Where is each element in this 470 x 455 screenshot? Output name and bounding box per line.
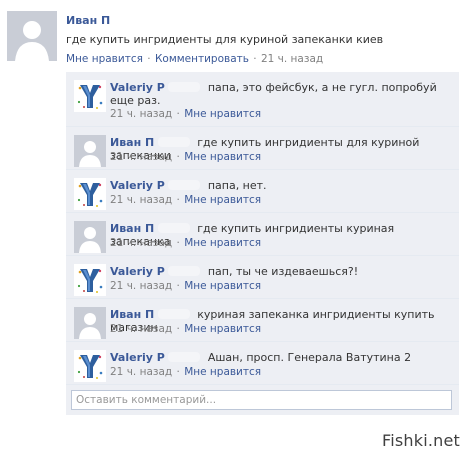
comment-author-avatar[interactable] — [74, 80, 106, 112]
meta-separator: · — [176, 151, 180, 163]
default-profile-silhouette-icon — [74, 135, 106, 167]
comment-timestamp: 21 ч. назад — [110, 151, 173, 163]
comment-author-name[interactable]: Valeriy P — [110, 179, 165, 192]
comment-meta: 21 ч. назад · Мне нравится — [110, 323, 261, 335]
default-profile-silhouette-icon — [74, 221, 106, 253]
comment-meta: 21 ч. назад · Мне нравится — [110, 280, 261, 292]
post-author-name[interactable]: Иван П — [66, 14, 110, 27]
comment-author-avatar[interactable] — [74, 178, 106, 210]
meta-separator: · — [147, 53, 151, 65]
comment-text: Ашан, просп. Генерала Ватутина 2 — [207, 351, 412, 364]
blurred-surname — [168, 180, 201, 190]
comment-timestamp: 21 ч. назад — [110, 194, 173, 206]
comment-author-avatar[interactable] — [74, 350, 106, 382]
blurred-surname — [168, 82, 201, 92]
meta-separator: · — [176, 237, 180, 249]
meta-separator: · — [176, 366, 180, 378]
post-meta: Мне нравится · Комментировать · 21 ч. на… — [66, 53, 323, 65]
post-comment-link[interactable]: Комментировать — [155, 53, 249, 65]
comment-timestamp: 21 ч. назад — [110, 323, 173, 335]
y-logo-avatar-icon — [74, 80, 106, 112]
meta-separator: · — [176, 194, 180, 206]
comment-timestamp: 21 ч. назад — [110, 108, 173, 120]
meta-separator: · — [176, 108, 180, 120]
default-profile-silhouette-icon — [74, 307, 106, 339]
watermark: Fishki.net — [381, 431, 460, 450]
comment-timestamp: 21 ч. назад — [110, 280, 173, 292]
comment-author-name[interactable]: Иван П — [110, 308, 154, 321]
post-text: где купить ингридиенты для куриной запек… — [66, 33, 384, 46]
meta-separator: · — [176, 280, 180, 292]
blurred-surname — [157, 309, 190, 319]
comment-like-link[interactable]: Мне нравится — [184, 237, 261, 249]
comment-item: Valeriy P пап, ты че издеваешься?! 21 ч.… — [66, 256, 459, 299]
comment-body: Valeriy P пап, ты че издеваешься?! — [110, 265, 454, 278]
comment-author-name[interactable]: Valeriy P — [110, 351, 165, 364]
blurred-surname — [157, 223, 190, 233]
comment-input[interactable] — [71, 390, 452, 410]
blurred-surname — [168, 352, 201, 362]
comment-item: Иван П где купить ингридиенты для курино… — [66, 127, 459, 170]
comment-item: Иван П где купить ингридиенты куриная за… — [66, 213, 459, 256]
comment-author-name[interactable]: Иван П — [110, 222, 154, 235]
meta-separator: · — [253, 53, 257, 65]
default-profile-silhouette-icon — [7, 11, 57, 61]
comment-like-link[interactable]: Мне нравится — [184, 194, 261, 206]
y-logo-avatar-icon — [74, 178, 106, 210]
comment-meta: 21 ч. назад · Мне нравится — [110, 108, 261, 120]
comment-body: Valeriy P Ашан, просп. Генерала Ватутина… — [110, 351, 454, 364]
comment-author-avatar[interactable] — [74, 135, 106, 167]
comment-like-link[interactable]: Мне нравится — [184, 108, 261, 120]
comment-timestamp: 21 ч. назад — [110, 237, 173, 249]
y-logo-avatar-icon — [74, 264, 106, 296]
comment-body: Valeriy P папа, нет. — [110, 179, 454, 192]
comment-item: Valeriy P Ашан, просп. Генерала Ватутина… — [66, 342, 459, 385]
comment-like-link[interactable]: Мне нравится — [184, 323, 261, 335]
blurred-surname — [157, 137, 190, 147]
blurred-surname — [168, 266, 201, 276]
comment-author-avatar[interactable] — [74, 264, 106, 296]
comment-input-container — [66, 385, 459, 415]
comment-meta: 21 ч. назад · Мне нравится — [110, 194, 261, 206]
comment-meta: 21 ч. назад · Мне нравится — [110, 151, 261, 163]
comment-meta: 21 ч. назад · Мне нравится — [110, 366, 261, 378]
comment-author-avatar[interactable] — [74, 307, 106, 339]
comment-item: Valeriy P папа, нет. 21 ч. назад · Мне н… — [66, 170, 459, 213]
comment-meta: 21 ч. назад · Мне нравится — [110, 237, 261, 249]
comment-author-name[interactable]: Valeriy P — [110, 81, 165, 94]
post-author-avatar[interactable] — [7, 11, 57, 61]
comment-like-link[interactable]: Мне нравится — [184, 151, 261, 163]
post-timestamp: 21 ч. назад — [260, 53, 324, 65]
comment-timestamp: 21 ч. назад — [110, 366, 173, 378]
comment-like-link[interactable]: Мне нравится — [184, 366, 261, 378]
comment-item: Иван П куриная запеканка ингридиенты куп… — [66, 299, 459, 342]
comment-author-avatar[interactable] — [74, 221, 106, 253]
comment-like-link[interactable]: Мне нравится — [184, 280, 261, 292]
y-logo-avatar-icon — [74, 350, 106, 382]
meta-separator: · — [176, 323, 180, 335]
comment-author-name[interactable]: Valeriy P — [110, 265, 165, 278]
comment-text: папа, нет. — [207, 179, 267, 192]
comment-body: Valeriy P папа, это фейсбук, а не гугл. … — [110, 81, 454, 107]
comment-author-name[interactable]: Иван П — [110, 136, 154, 149]
post-like-link[interactable]: Мне нравится — [66, 53, 143, 65]
comment-text: пап, ты че издеваешься?! — [207, 265, 359, 278]
comment-item: Valeriy P папа, это фейсбук, а не гугл. … — [66, 72, 459, 127]
